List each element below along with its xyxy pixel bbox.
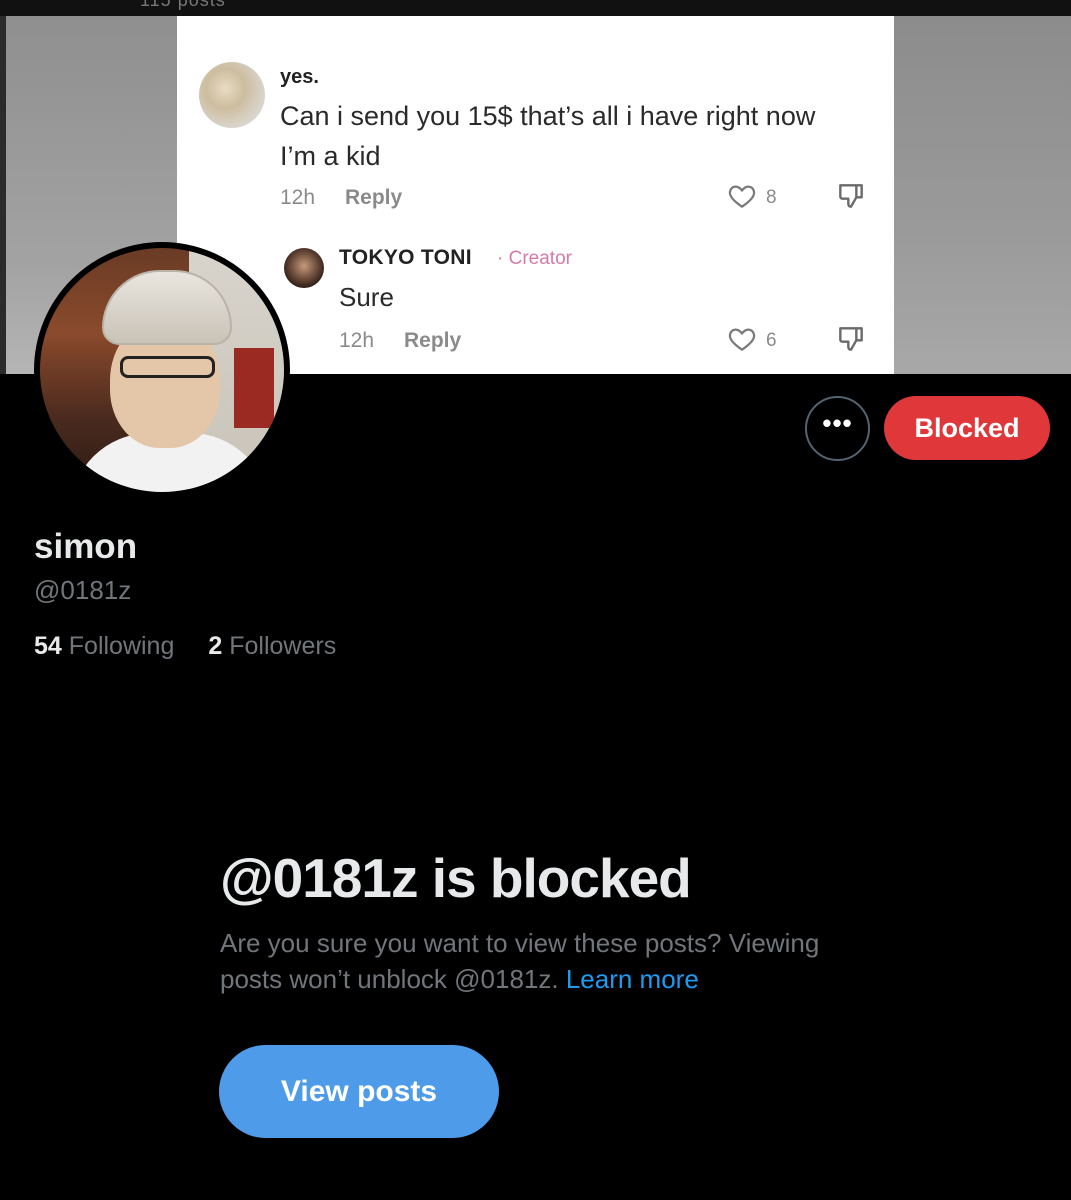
comment-text-line2: I’m a kid (280, 141, 381, 171)
blocked-description: Are you sure you want to view these post… (220, 925, 880, 997)
more-options-button[interactable]: ••• (805, 396, 870, 461)
followers-count: 2 (208, 632, 223, 660)
creator-username: TOKYO TONI (339, 246, 472, 269)
thumbs-down-icon (839, 327, 863, 351)
followers-link[interactable]: 2 Followers (208, 632, 336, 661)
avatar-photo (40, 248, 284, 492)
comment-screenshot: yes. Can i send you 15$ that’s all i hav… (177, 16, 894, 374)
creator-avatar (284, 248, 324, 288)
comment-text-line1: Can i send you 15$ that’s all i have rig… (280, 101, 816, 131)
following-label: Following (68, 632, 175, 660)
profile-avatar[interactable] (34, 242, 290, 498)
followers-label: Followers (229, 632, 337, 660)
following-count: 54 (34, 632, 62, 660)
learn-more-link[interactable]: Learn more (566, 964, 699, 994)
avatar-photo-glasses (120, 356, 215, 378)
blocked-title: @0181z is blocked (220, 847, 692, 909)
comment-reply-link: Reply (345, 186, 403, 209)
blocked-description-text: Are you sure you want to view these post… (220, 928, 820, 994)
banner-right-area (894, 16, 1071, 374)
reply-reply-link: Reply (404, 329, 462, 352)
blocked-button[interactable]: Blocked (884, 396, 1050, 460)
banner-top-text: 115 posts (140, 0, 226, 10)
banner-top-strip: 115 posts (0, 0, 1071, 16)
commenter-avatar (199, 62, 265, 128)
profile-name: simon (34, 527, 138, 566)
heart-outline-icon (728, 328, 756, 351)
reply-like-count: 6 (766, 330, 777, 351)
banner-edge (0, 0, 6, 374)
heart-outline-icon (728, 185, 756, 208)
profile-handle: @0181z (34, 575, 132, 605)
comment-like-count: 8 (766, 187, 777, 208)
following-link[interactable]: 54 Following (34, 632, 174, 661)
profile-stats: 54 Following 2 Followers (34, 632, 336, 661)
creator-tag: · Creator (497, 248, 572, 269)
avatar-photo-poster (234, 348, 274, 428)
reply-text: Sure (339, 282, 394, 312)
commenter-username: yes. (280, 66, 319, 88)
comment-time: 12h (280, 186, 316, 209)
reply-time: 12h (339, 329, 375, 352)
comment-text: Can i send you 15$ that’s all i have rig… (280, 96, 870, 176)
view-posts-button[interactable]: View posts (219, 1045, 499, 1138)
more-dots-icon: ••• (822, 407, 853, 438)
thumbs-down-icon (839, 184, 863, 208)
